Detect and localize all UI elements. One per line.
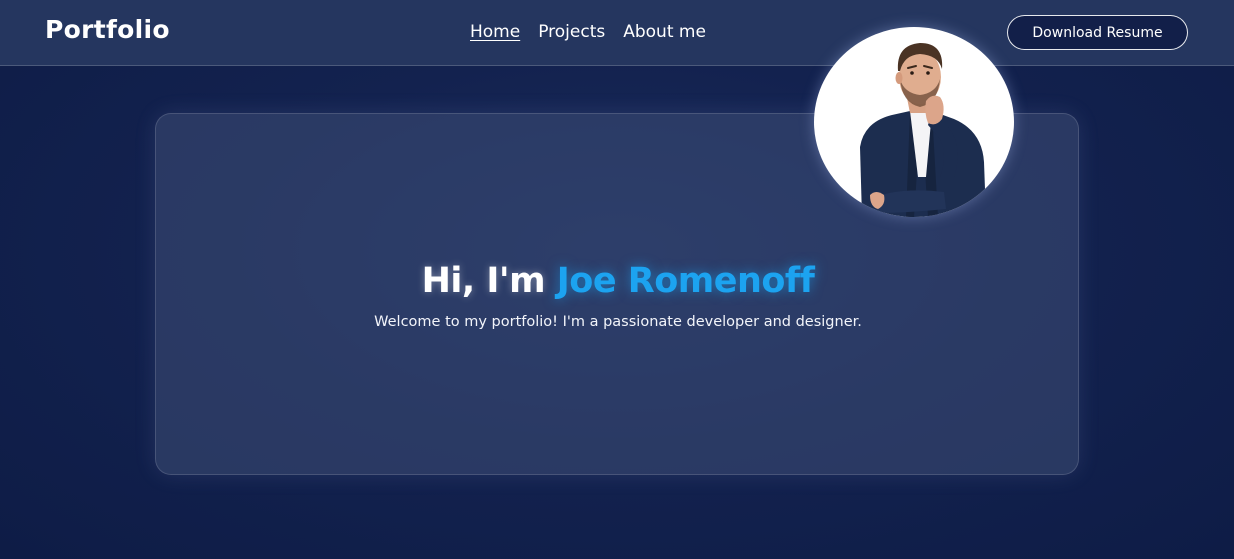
hero-name: Joe Romenoff: [556, 261, 815, 301]
nav-link-projects[interactable]: Projects: [538, 22, 605, 42]
nav-links: Home Projects About me: [470, 22, 706, 42]
hero-title: Hi, I'm Joe Romenoff: [156, 261, 1080, 301]
nav-link-home[interactable]: Home: [470, 22, 520, 42]
hero-greeting: Hi, I'm: [421, 261, 557, 301]
hero-subtitle: Welcome to my portfolio! I'm a passionat…: [374, 314, 862, 330]
navbar: Portfolio Home Projects About me Downloa…: [0, 0, 1234, 66]
profile-avatar: [814, 27, 1014, 217]
nav-link-about-me[interactable]: About me: [623, 22, 706, 42]
profile-photo-icon: [860, 43, 986, 217]
site-logo[interactable]: Portfolio: [45, 15, 170, 44]
download-resume-button[interactable]: Download Resume: [1007, 15, 1188, 50]
